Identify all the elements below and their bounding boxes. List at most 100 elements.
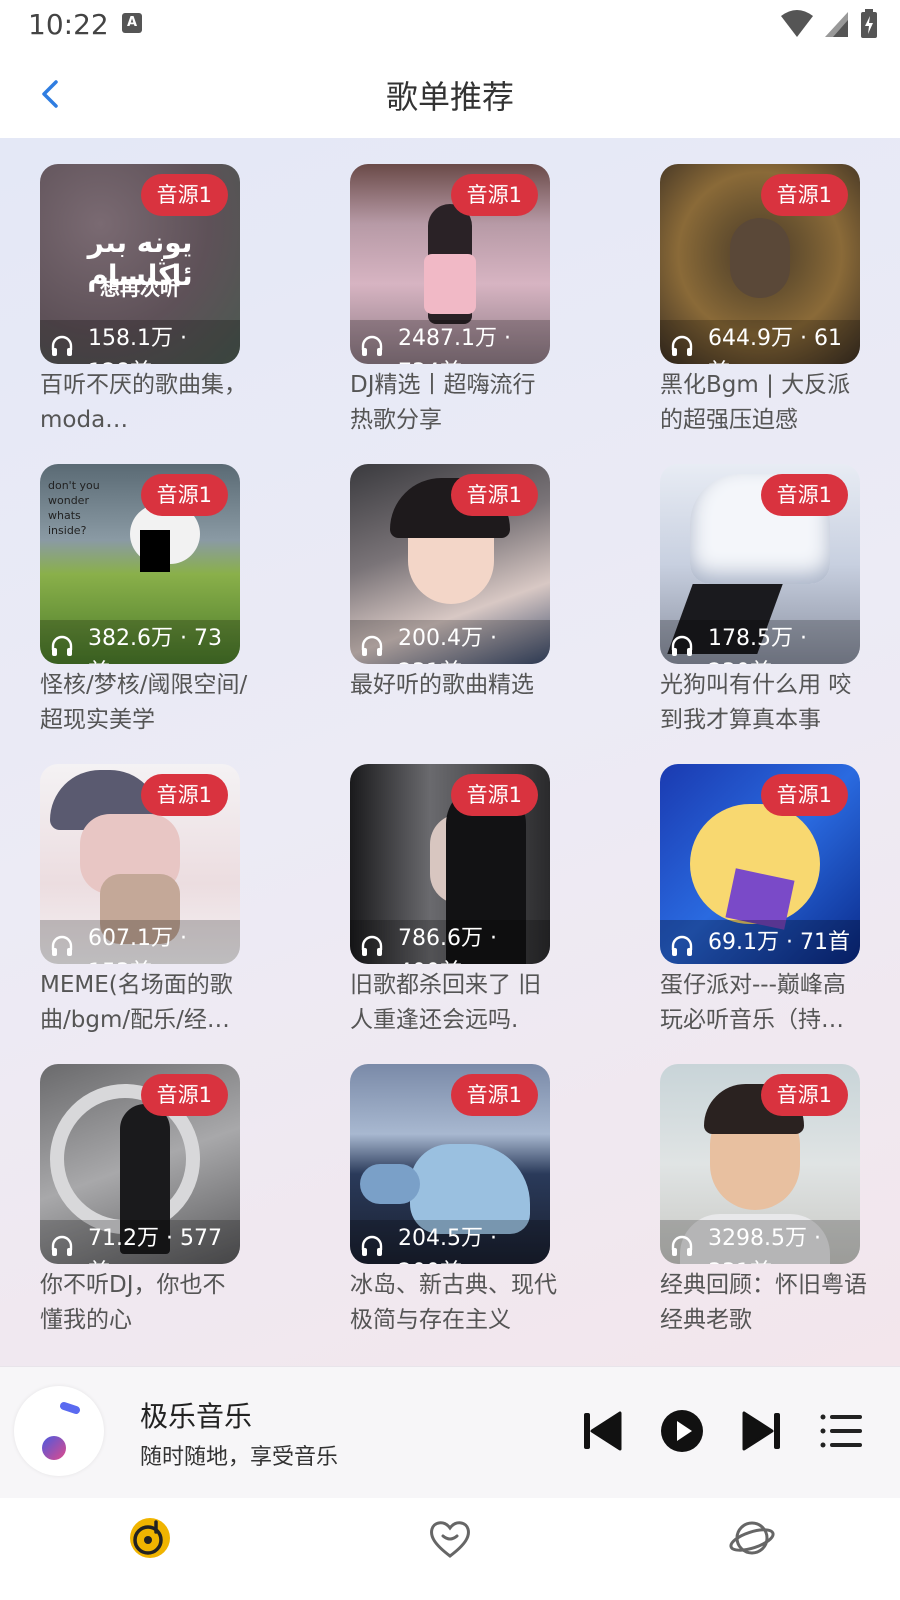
page-title: 歌单推荐 bbox=[385, 78, 514, 116]
playlist-cover: 音源1 178.5万 · 230首 bbox=[660, 464, 860, 664]
playlist-name[interactable]: 冰岛、新古典、现代极简与存在主义 bbox=[350, 1268, 558, 1338]
play-count: 644.9万 · 61首 bbox=[708, 326, 842, 364]
playlist-name[interactable]: DJ精选丨超嗨流行热歌分享 bbox=[350, 368, 558, 438]
playlist-queue-icon[interactable] bbox=[818, 1407, 866, 1455]
system-icons bbox=[780, 9, 878, 39]
headphones-icon bbox=[361, 335, 383, 356]
source-badge: 音源1 bbox=[140, 1074, 228, 1116]
headphones-icon bbox=[671, 935, 693, 956]
next-icon[interactable] bbox=[738, 1407, 786, 1455]
headphones-icon bbox=[671, 1235, 693, 1256]
playlist-cover: 音源1 71.2万 · 577首 bbox=[40, 1064, 240, 1264]
play-count: 204.5万 · 200首 bbox=[398, 1226, 497, 1264]
headphones-icon bbox=[51, 935, 73, 956]
playlist-cover: 音源1 3298.5万 · 331首 bbox=[660, 1064, 860, 1264]
player-album-art[interactable] bbox=[14, 1386, 104, 1476]
mini-player[interactable]: 极乐音乐 随时随地，享受音乐 bbox=[0, 1366, 900, 1499]
playlist-cover: don't you wonder whats inside? 音源1 382.6… bbox=[40, 464, 240, 664]
play-stats: 178.5万 · 230首 bbox=[660, 620, 860, 664]
source-badge: 音源1 bbox=[450, 174, 538, 216]
music-note-icon bbox=[42, 1402, 80, 1460]
play-count: 786.6万 · 400首 bbox=[398, 926, 497, 964]
tab-music-icon[interactable] bbox=[126, 1514, 174, 1562]
playlist-name[interactable]: 经典回顾：怀旧粤语经典老歌 bbox=[660, 1268, 868, 1338]
headphones-icon bbox=[51, 635, 73, 656]
bottom-tab-bar bbox=[0, 1498, 900, 1600]
source-badge: 音源1 bbox=[760, 474, 848, 516]
playlist-cover: 音源1 607.1万 · 153首 bbox=[40, 764, 240, 964]
play-count: 178.5万 · 230首 bbox=[708, 626, 807, 664]
cover-face bbox=[730, 218, 790, 298]
play-stats: 2487.1万 · 734首 bbox=[350, 320, 550, 364]
playlist-cover: 音源1 786.6万 · 400首 bbox=[350, 764, 550, 964]
play-count: 200.4万 · 231首 bbox=[398, 626, 497, 664]
playlist-name[interactable]: MEME(名场面的歌曲/bgm/配乐/经… bbox=[40, 968, 248, 1038]
previous-icon[interactable] bbox=[578, 1407, 626, 1455]
playlist-name[interactable]: 黑化Bgm | 大反派的超强压迫感 bbox=[660, 368, 868, 438]
play-count: 3298.5万 · 331首 bbox=[708, 1226, 821, 1264]
playlist-name[interactable]: 你不听DJ，你也不懂我的心 bbox=[40, 1268, 248, 1338]
source-badge: 音源1 bbox=[760, 174, 848, 216]
playlist-cover: 音源1 204.5万 · 200首 bbox=[350, 1064, 550, 1264]
play-stats: 69.1万 · 71首 bbox=[660, 920, 860, 964]
playlist-cover: 音源1 69.1万 · 71首 bbox=[660, 764, 860, 964]
source-badge: 音源1 bbox=[140, 474, 228, 516]
play-stats: 382.6万 · 73首 bbox=[40, 620, 240, 664]
notification-icon: A bbox=[122, 13, 142, 33]
cover-door bbox=[140, 530, 170, 572]
play-stats: 200.4万 · 231首 bbox=[350, 620, 550, 664]
play-stats: 3298.5万 · 331首 bbox=[660, 1220, 860, 1264]
playlist-grid: يونە بىر ئاڭلسام 想再次听 音源1 158.1万 · 128首 … bbox=[0, 138, 900, 1368]
play-count: 607.1万 · 153首 bbox=[88, 926, 187, 964]
cover-text: don't you wonder whats inside? bbox=[48, 479, 100, 537]
source-badge: 音源1 bbox=[450, 774, 538, 816]
play-count: 382.6万 · 73首 bbox=[88, 626, 222, 664]
cover-text-chinese: 想再次听 bbox=[100, 276, 180, 300]
player-title: 极乐音乐 bbox=[140, 1400, 253, 1433]
playlist-name[interactable]: 百听不厌的歌曲集，moda… bbox=[40, 368, 248, 438]
play-count: 158.1万 · 128首 bbox=[88, 326, 187, 364]
source-badge: 音源1 bbox=[140, 774, 228, 816]
playlist-name[interactable]: 蛋仔派对---巅峰高玩必听音乐（持… bbox=[660, 968, 868, 1038]
playlist-cover: يونە بىر ئاڭلسام 想再次听 音源1 158.1万 · 128首 bbox=[40, 164, 240, 364]
title-bar: 歌单推荐 bbox=[0, 50, 900, 138]
playlist-name[interactable]: 最好听的歌曲精选 bbox=[350, 668, 558, 703]
play-stats: 158.1万 · 128首 bbox=[40, 320, 240, 364]
play-stats: 607.1万 · 153首 bbox=[40, 920, 240, 964]
headphones-icon bbox=[361, 935, 383, 956]
source-badge: 音源1 bbox=[140, 174, 228, 216]
headphones-icon bbox=[361, 635, 383, 656]
play-stats: 786.6万 · 400首 bbox=[350, 920, 550, 964]
status-bar: 10:22 A bbox=[0, 0, 900, 50]
play-stats: 71.2万 · 577首 bbox=[40, 1220, 240, 1264]
status-time: 10:22 bbox=[28, 8, 109, 41]
headphones-icon bbox=[671, 335, 693, 356]
play-count: 71.2万 · 577首 bbox=[88, 1226, 222, 1264]
playlist-name[interactable]: 旧歌都杀回来了 旧人重逢还会远吗. bbox=[350, 968, 558, 1038]
signal-icon bbox=[825, 12, 848, 37]
source-badge: 音源1 bbox=[760, 1074, 848, 1116]
play-stats: 644.9万 · 61首 bbox=[660, 320, 860, 364]
headphones-icon bbox=[671, 635, 693, 656]
source-badge: 音源1 bbox=[450, 1074, 538, 1116]
cover-ice-small bbox=[360, 1164, 420, 1204]
tab-discover-icon[interactable] bbox=[728, 1514, 776, 1562]
play-icon[interactable] bbox=[658, 1407, 706, 1455]
playlist-name[interactable]: 怪核/梦核/阈限空间/超现实美学 bbox=[40, 668, 248, 738]
battery-icon bbox=[861, 9, 877, 38]
wifi-icon bbox=[781, 10, 813, 37]
source-badge: 音源1 bbox=[760, 774, 848, 816]
headphones-icon bbox=[51, 335, 73, 356]
play-stats: 204.5万 · 200首 bbox=[350, 1220, 550, 1264]
headphones-icon bbox=[51, 1235, 73, 1256]
playlist-cover: 音源1 2487.1万 · 734首 bbox=[350, 164, 550, 364]
play-count: 69.1万 · 71首 bbox=[708, 930, 850, 955]
cover-figure-dress bbox=[424, 254, 476, 314]
source-badge: 音源1 bbox=[450, 474, 538, 516]
playlist-cover: 音源1 644.9万 · 61首 bbox=[660, 164, 860, 364]
play-count: 2487.1万 · 734首 bbox=[398, 326, 511, 364]
headphones-icon bbox=[361, 1235, 383, 1256]
playlist-cover: 音源1 200.4万 · 231首 bbox=[350, 464, 550, 664]
tab-favorites-icon[interactable] bbox=[426, 1514, 474, 1562]
playlist-name[interactable]: 光狗叫有什么用 咬到我才算真本事 bbox=[660, 668, 868, 738]
